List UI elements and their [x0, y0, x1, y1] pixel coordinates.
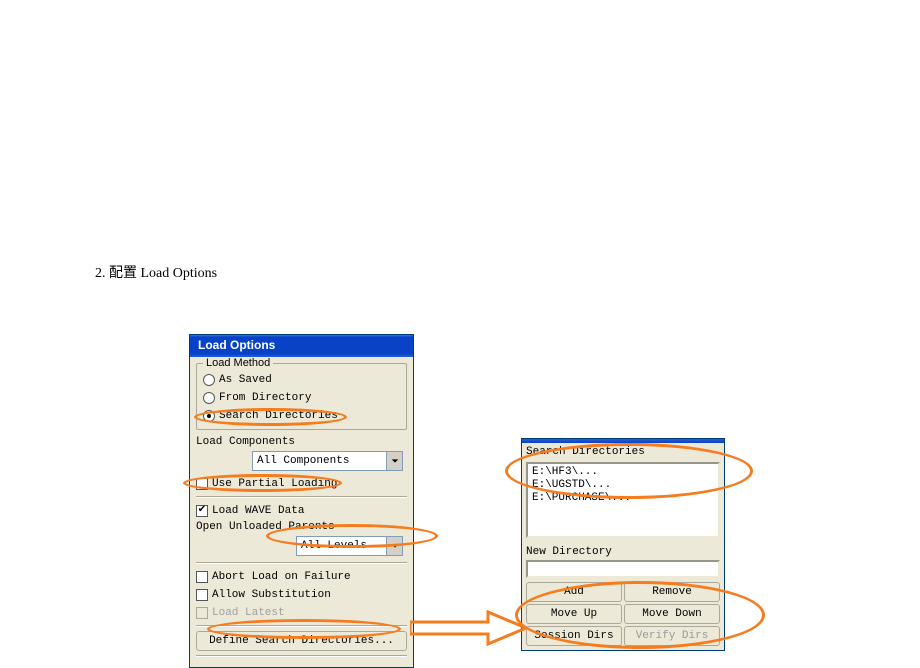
divider [196, 562, 407, 564]
checkbox-icon [196, 571, 208, 583]
radio-icon [203, 392, 215, 404]
add-button[interactable]: Add [526, 582, 622, 602]
list-item[interactable]: E:\UGSTD\... [532, 479, 714, 492]
load-method-group: Load Method As Saved From Directory Sear… [196, 363, 407, 430]
use-partial-loading-check[interactable]: Use Partial Loading [196, 475, 407, 492]
search-directories-dialog: Search Directories E:\HF3\... E:\UGSTD\.… [521, 438, 725, 651]
load-components-combo[interactable]: All Components [252, 451, 403, 471]
button-grid: Add Remove Move Up Move Down Session Dir… [526, 582, 720, 646]
checkbox-icon [196, 589, 208, 601]
load-components-label: Load Components [196, 436, 407, 448]
move-up-button[interactable]: Move Up [526, 604, 622, 624]
remove-button[interactable]: Remove [624, 582, 720, 602]
abort-load-check[interactable]: Abort Load on Failure [196, 568, 407, 585]
new-directory-input[interactable] [526, 560, 720, 578]
group-legend: Load Method [203, 357, 273, 369]
list-item[interactable]: E:\HF3\... [532, 466, 714, 479]
annotation-arrow-icon [410, 610, 528, 646]
open-unloaded-label: Open Unloaded Parents [196, 521, 407, 533]
search-directories-label: Search Directories [526, 446, 720, 458]
dialog-top-border [522, 439, 724, 443]
define-search-directories-button[interactable]: Define Search Directories... [196, 631, 407, 651]
allow-substitution-check[interactable]: Allow Substitution [196, 586, 407, 603]
open-unloaded-combo[interactable]: All Levels [296, 536, 403, 556]
session-dirs-button[interactable]: Session Dirs [526, 626, 622, 646]
checkbox-icon: ✔ [196, 505, 208, 517]
load-latest-check: Load Latest [196, 604, 407, 621]
directories-listbox[interactable]: E:\HF3\... E:\UGSTD\... E:\PURCHASE\... [526, 462, 720, 538]
checkbox-icon [196, 607, 208, 619]
radio-as-saved[interactable]: As Saved [203, 371, 400, 388]
checkbox-icon [196, 478, 208, 490]
load-wave-check[interactable]: ✔ Load WAVE Data [196, 502, 407, 519]
radio-icon [203, 410, 215, 422]
move-down-button[interactable]: Move Down [624, 604, 720, 624]
radio-search-directories[interactable]: Search Directories [203, 407, 400, 424]
divider [196, 655, 407, 657]
chevron-down-icon[interactable] [386, 452, 402, 470]
new-directory-label: New Directory [526, 546, 720, 558]
verify-dirs-button: Verify Dirs [624, 626, 720, 646]
radio-icon [203, 374, 215, 386]
load-options-dialog: Load Options Load Method As Saved From D… [189, 334, 414, 668]
divider [196, 625, 407, 627]
chevron-down-icon[interactable] [386, 537, 402, 555]
dialog-titlebar[interactable]: Load Options [190, 335, 413, 357]
radio-from-directory[interactable]: From Directory [203, 389, 400, 406]
list-item[interactable]: E:\PURCHASE\... [532, 492, 714, 505]
section-heading: 2. 配置 Load Options [95, 262, 217, 282]
divider [196, 496, 407, 498]
